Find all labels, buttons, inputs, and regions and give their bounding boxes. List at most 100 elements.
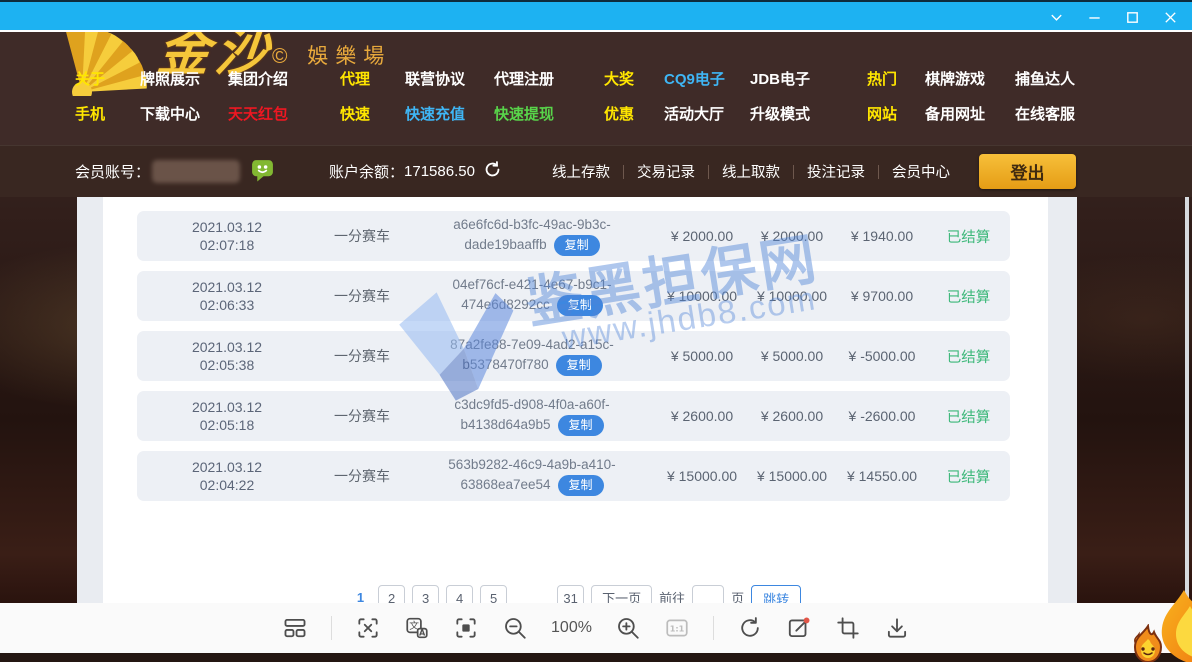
copy-button[interactable]: 复制 — [554, 235, 600, 256]
nav-item-在线客服[interactable]: 在线客服 — [1015, 103, 1115, 124]
bet-amount: ¥ 10000.00 — [657, 288, 747, 304]
bet-amount: ¥ 2000.00 — [657, 228, 747, 244]
nav-item-代理注册[interactable]: 代理注册 — [494, 68, 604, 89]
download-icon[interactable] — [884, 615, 910, 641]
viewer-toolbar: 文 A 100% 1:1 — [0, 603, 1192, 653]
logout-button[interactable]: 登出 — [979, 154, 1076, 189]
titlebar-separator — [0, 30, 1192, 32]
panel-gutter-left — [77, 197, 103, 603]
nav-item-升级模式[interactable]: 升级模式 — [750, 103, 867, 124]
window-titlebar[interactable] — [0, 0, 1192, 30]
layout-grid-icon[interactable] — [282, 615, 308, 641]
nav-item-牌照展示[interactable]: 牌照展示 — [140, 68, 228, 89]
bet-game: 一分赛车 — [317, 226, 407, 246]
toolbar-divider — [331, 616, 332, 640]
flame-mascot-icon — [1126, 624, 1170, 662]
nav-item-快速充值[interactable]: 快速充值 — [405, 103, 494, 124]
svg-text:A: A — [419, 628, 426, 638]
bet-record-row: 2021.03.1202:05:38 一分赛车 87a2fe88-7e09-4a… — [137, 331, 1010, 381]
bottom-edge-strip — [0, 653, 1192, 662]
site-header: 金沙 © 娛樂場 关于牌照展示集团介绍代理联营协议代理注册大奖CQ9电子JDB电… — [0, 32, 1192, 145]
account-link-线上存款[interactable]: 线上存款 — [539, 161, 623, 182]
nav-item-捕鱼达人[interactable]: 捕鱼达人 — [1015, 68, 1115, 89]
account-link-会员中心[interactable]: 会员中心 — [879, 161, 963, 182]
nav-item-棋牌游戏[interactable]: 棋牌游戏 — [925, 68, 1015, 89]
one-to-one-icon[interactable]: 1:1 — [664, 615, 690, 641]
bet-id: 563b9282-46c9-4a9b-a410- 63868ea7ee54复制 — [407, 456, 657, 495]
chat-bubble-icon[interactable] — [250, 157, 275, 187]
nav-item-热门[interactable]: 热门 — [867, 68, 925, 89]
page-body: 2021.03.1202:07:18 一分赛车 a6e6fc6d-b3fc-49… — [0, 197, 1192, 603]
minimize-icon[interactable] — [1080, 4, 1108, 30]
bet-game: 一分赛车 — [317, 286, 407, 306]
bet-game: 一分赛车 — [317, 466, 407, 486]
account-link-投注记录[interactable]: 投注记录 — [794, 161, 878, 182]
profit-amount: ¥ -2600.00 — [837, 408, 927, 424]
copy-button[interactable]: 复制 — [556, 355, 602, 376]
rotate-icon[interactable] — [737, 615, 763, 641]
bet-datetime: 2021.03.1202:04:22 — [137, 458, 317, 494]
bet-id: c3dc9fd5-d908-4f0a-a60f- b4138d64a9b5复制 — [407, 396, 657, 435]
bet-amount: ¥ 15000.00 — [657, 468, 747, 484]
crop-icon[interactable] — [835, 615, 861, 641]
profit-amount: ¥ 1940.00 — [837, 228, 927, 244]
status-badge: 已结算 — [927, 286, 1010, 307]
zoom-out-icon[interactable] — [502, 615, 528, 641]
nav-item-代理[interactable]: 代理 — [340, 68, 405, 89]
nav-item-备用网址[interactable]: 备用网址 — [925, 103, 1015, 124]
nav-item-下载中心[interactable]: 下载中心 — [140, 103, 228, 124]
bet-record-row: 2021.03.1202:05:18 一分赛车 c3dc9fd5-d908-4f… — [137, 391, 1010, 441]
nav-item-大奖[interactable]: 大奖 — [604, 68, 664, 89]
account-info: 会员账号： — [0, 157, 275, 187]
extract-text-icon[interactable] — [355, 615, 381, 641]
nav-item-JDB电子[interactable]: JDB电子 — [750, 68, 867, 89]
balance-value: 171586.50 — [404, 163, 475, 180]
nav-item-活动大厅[interactable]: 活动大厅 — [664, 103, 750, 124]
zoom-in-icon[interactable] — [615, 615, 641, 641]
refresh-balance-icon[interactable] — [483, 160, 502, 183]
nav-item-联营协议[interactable]: 联营协议 — [405, 68, 494, 89]
copy-button[interactable]: 复制 — [558, 475, 604, 496]
zoom-level: 100% — [551, 619, 592, 637]
bet-datetime: 2021.03.1202:07:18 — [137, 218, 317, 254]
account-link-线上取款[interactable]: 线上取款 — [709, 161, 793, 182]
bet-datetime: 2021.03.1202:05:18 — [137, 398, 317, 434]
bet-id: 87a2fe88-7e09-4ad2-a15c- b5378470f780复制 — [407, 336, 657, 375]
bet-amount: ¥ 5000.00 — [657, 348, 747, 364]
svg-text:1:1: 1:1 — [670, 623, 685, 633]
nav-item-快速[interactable]: 快速 — [340, 103, 405, 124]
profit-amount: ¥ 9700.00 — [837, 288, 927, 304]
nav-item-网站[interactable]: 网站 — [867, 103, 925, 124]
records-list: 2021.03.1202:07:18 一分赛车 a6e6fc6d-b3fc-49… — [137, 211, 1010, 511]
copy-button[interactable]: 复制 — [557, 295, 603, 316]
status-badge: 已结算 — [927, 466, 1010, 487]
account-label: 会员账号： — [75, 161, 150, 182]
copy-button[interactable]: 复制 — [558, 415, 604, 436]
bet-datetime: 2021.03.1202:06:33 — [137, 278, 317, 314]
maximize-icon[interactable] — [1118, 4, 1146, 30]
page-scrollbar[interactable] — [1185, 197, 1189, 603]
nav-item-手机[interactable]: 手机 — [75, 103, 140, 124]
bet-record-row: 2021.03.1202:04:22 一分赛车 563b9282-46c9-4a… — [137, 451, 1010, 501]
edit-icon[interactable] — [786, 615, 812, 641]
nav-item-关于[interactable]: 关于 — [75, 68, 140, 89]
nav-item-集团介绍[interactable]: 集团介绍 — [228, 68, 340, 89]
image-viewer-window: 金沙 © 娛樂場 关于牌照展示集团介绍代理联营协议代理注册大奖CQ9电子JDB电… — [0, 0, 1192, 662]
status-badge: 已结算 — [927, 226, 1010, 247]
nav-item-快速提现[interactable]: 快速提现 — [494, 103, 604, 124]
window-controls — [1042, 2, 1184, 32]
bet-game: 一分赛车 — [317, 406, 407, 426]
balance-label: 账户余额： — [329, 161, 404, 182]
profit-amount: ¥ 14550.00 — [837, 468, 927, 484]
fullscreen-icon[interactable] — [453, 615, 479, 641]
close-icon[interactable] — [1156, 4, 1184, 30]
nav-item-优惠[interactable]: 优惠 — [604, 103, 664, 124]
nav-item-CQ9电子[interactable]: CQ9电子 — [664, 68, 750, 89]
nav-item-天天红包[interactable]: 天天红包 — [228, 103, 340, 124]
translate-icon[interactable]: 文 A — [404, 615, 430, 641]
toolbar-divider — [713, 616, 714, 640]
collapse-icon[interactable] — [1042, 4, 1070, 30]
account-link-交易记录[interactable]: 交易记录 — [624, 161, 708, 182]
bet-game: 一分赛车 — [317, 346, 407, 366]
bet-id: a6e6fc6d-b3fc-49ac-9b3c- dade19baaffb复制 — [407, 216, 657, 255]
